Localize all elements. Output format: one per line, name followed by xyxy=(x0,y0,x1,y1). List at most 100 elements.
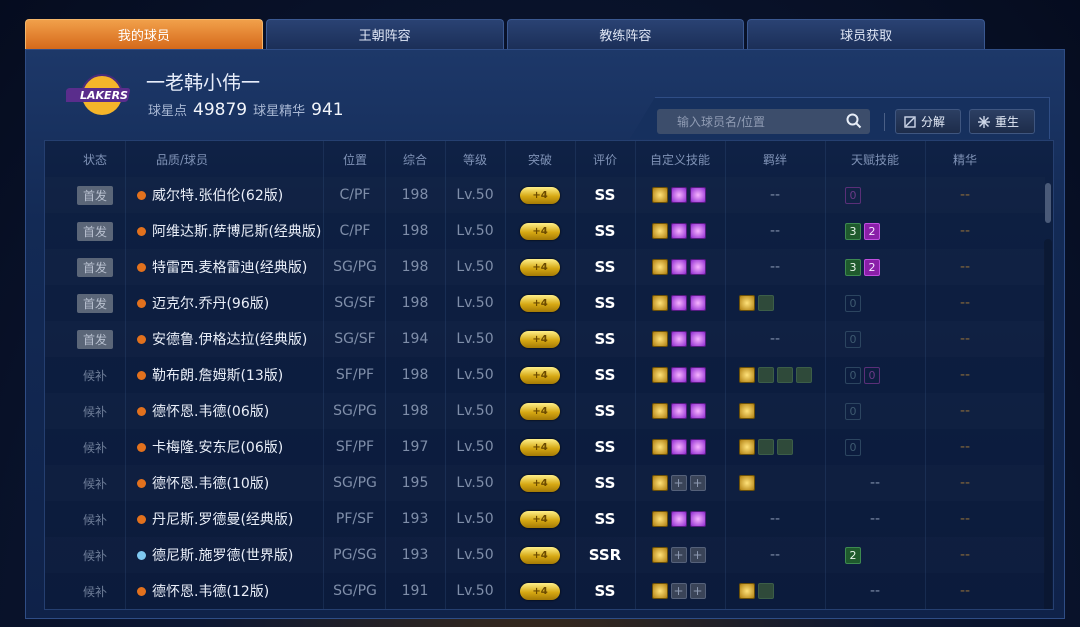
table-row[interactable]: 候补 德怀恩.韦德(10版) SG/PG 195 Lv.50 +4 SS + + -- -- xyxy=(45,465,1045,501)
table-row[interactable]: 首发 迈克尔.乔丹(96版) SG/SF 198 Lv.50 +4 SS 0 -- xyxy=(45,285,1045,321)
scrollbar-thumb[interactable] xyxy=(1045,183,1051,223)
skill-icon[interactable] xyxy=(689,223,706,239)
skill-icon[interactable] xyxy=(651,475,668,491)
skill-icon[interactable] xyxy=(651,511,668,527)
table-row[interactable]: 候补 勒布朗.詹姆斯(13版) SF/PF 198 Lv.50 +4 SS 0 0 -- xyxy=(45,357,1045,393)
skill-icon[interactable] xyxy=(651,439,668,455)
skill-icon[interactable] xyxy=(689,367,706,383)
player-name[interactable]: 卡梅隆.安东尼(06版) xyxy=(152,437,283,457)
bonds xyxy=(725,357,825,393)
talent-badge[interactable]: 0 xyxy=(864,366,880,384)
skill-icon[interactable] xyxy=(651,259,668,275)
skill-icon[interactable] xyxy=(651,331,668,347)
talent-badge[interactable]: 0 xyxy=(845,402,861,420)
bond-icon[interactable] xyxy=(796,367,812,383)
skill-icon[interactable] xyxy=(670,259,687,275)
talent-badge[interactable]: 2 xyxy=(864,258,880,276)
bond-icon[interactable] xyxy=(777,439,793,455)
skill-icon[interactable] xyxy=(651,295,668,311)
talent-badge[interactable]: 2 xyxy=(864,222,880,240)
player-name[interactable]: 丹尼斯.罗德曼(经典版) xyxy=(152,509,293,529)
player-name[interactable]: 德尼斯.施罗德(世界版) xyxy=(152,545,293,565)
bond-icon[interactable] xyxy=(739,583,755,599)
player-name[interactable]: 德怀恩.韦德(10版) xyxy=(152,473,269,493)
skill-icon[interactable] xyxy=(689,187,706,203)
skill-icon[interactable] xyxy=(689,331,706,347)
player-name[interactable]: 德怀恩.韦德(12版) xyxy=(152,581,269,601)
skill-icon[interactable] xyxy=(670,511,687,527)
player-name[interactable]: 特雷西.麦格雷迪(经典版) xyxy=(152,257,307,277)
tab-my-players[interactable]: 我的球员 xyxy=(25,19,263,49)
bond-icon[interactable] xyxy=(739,403,755,419)
decompose-button[interactable]: 分解 xyxy=(895,109,961,134)
table-row[interactable]: 首发 特雷西.麦格雷迪(经典版) SG/PG 198 Lv.50 +4 SS -- 3 2 -- xyxy=(45,249,1045,285)
position: SG/PG xyxy=(333,475,377,491)
skill-icon[interactable] xyxy=(651,367,668,383)
skill-icon[interactable] xyxy=(689,295,706,311)
search-input[interactable]: 输入球员名/位置 xyxy=(657,109,870,134)
talent-badge[interactable]: 0 xyxy=(845,330,861,348)
tab-player-acquire[interactable]: 球员获取 xyxy=(747,19,985,49)
talent-badge[interactable]: 0 xyxy=(845,294,861,312)
bond-icon[interactable] xyxy=(758,295,774,311)
skill-icon[interactable] xyxy=(670,295,687,311)
empty-skill-slot-icon[interactable]: + xyxy=(670,583,687,599)
player-name[interactable]: 威尔特.张伯伦(62版) xyxy=(152,185,283,205)
scrollbar-track[interactable] xyxy=(1044,239,1052,609)
talent-badge[interactable]: 3 xyxy=(845,222,861,240)
skill-icon[interactable] xyxy=(689,259,706,275)
table-row[interactable]: 候补 丹尼斯.罗德曼(经典版) PF/SF 193 Lv.50 +4 SS -- -- -- xyxy=(45,501,1045,537)
table-row[interactable]: 候补 德怀恩.韦德(12版) SG/PG 191 Lv.50 +4 SS + + -- -- xyxy=(45,573,1045,609)
skill-icon[interactable] xyxy=(689,511,706,527)
player-name[interactable]: 阿维达斯.萨博尼斯(经典版) xyxy=(152,221,321,241)
talent-badge[interactable]: 0 xyxy=(845,438,861,456)
tab-coach-lineup[interactable]: 教练阵容 xyxy=(506,19,745,49)
skill-icon[interactable] xyxy=(651,547,668,563)
skill-icon[interactable] xyxy=(651,187,668,203)
talent-badge[interactable]: 0 xyxy=(845,366,861,384)
player-name[interactable]: 安德鲁.伊格达拉(经典版) xyxy=(152,329,307,349)
bond-icon[interactable] xyxy=(739,475,755,491)
skill-icon[interactable] xyxy=(689,403,706,419)
bond-icon[interactable] xyxy=(739,367,755,383)
skill-icon[interactable] xyxy=(670,223,687,239)
status-cell: 首发 xyxy=(65,177,125,213)
skill-icon[interactable] xyxy=(670,367,687,383)
talent-badge[interactable]: 0 xyxy=(845,186,861,204)
search-icon[interactable] xyxy=(846,113,862,129)
skill-icon[interactable] xyxy=(670,403,687,419)
skill-icon[interactable] xyxy=(651,403,668,419)
player-name[interactable]: 德怀恩.韦德(06版) xyxy=(152,401,269,421)
skill-icon[interactable] xyxy=(651,583,668,599)
bond-icon[interactable] xyxy=(739,295,755,311)
bond-icon[interactable] xyxy=(758,367,774,383)
col-overall: 综合 xyxy=(402,152,427,167)
empty-skill-slot-icon[interactable]: + xyxy=(670,475,687,491)
rebirth-button[interactable]: 重生 xyxy=(969,109,1035,134)
table-row[interactable]: 候补 卡梅隆.安东尼(06版) SF/PF 197 Lv.50 +4 SS 0 -- xyxy=(45,429,1045,465)
bond-icon[interactable] xyxy=(777,367,793,383)
player-name[interactable]: 勒布朗.詹姆斯(13版) xyxy=(152,365,283,385)
skill-icon[interactable] xyxy=(689,439,706,455)
player-name[interactable]: 迈克尔.乔丹(96版) xyxy=(152,293,269,313)
table-row[interactable]: 候补 德怀恩.韦德(06版) SG/PG 198 Lv.50 +4 SS 0 -- xyxy=(45,393,1045,429)
empty-skill-slot-icon[interactable]: + xyxy=(689,475,706,491)
empty-skill-slot-icon[interactable]: + xyxy=(689,547,706,563)
talent-badge[interactable]: 2 xyxy=(845,546,861,564)
bond-icon[interactable] xyxy=(739,439,755,455)
empty-skill-slot-icon[interactable]: + xyxy=(689,583,706,599)
tab-dynasty-lineup[interactable]: 王朝阵容 xyxy=(265,19,504,49)
bond-icon[interactable] xyxy=(758,583,774,599)
table-row[interactable]: 首发 阿维达斯.萨博尼斯(经典版) C/PF 198 Lv.50 +4 SS -- 3 2 -- xyxy=(45,213,1045,249)
skill-icon[interactable] xyxy=(670,187,687,203)
table-row[interactable]: 候补 德尼斯.施罗德(世界版) PG/SG 193 Lv.50 +4 SSR + + -- 2 -- xyxy=(45,537,1045,573)
skill-icon[interactable] xyxy=(651,223,668,239)
skill-icon[interactable] xyxy=(670,439,687,455)
talent-badge[interactable]: 3 xyxy=(845,258,861,276)
table-row[interactable]: 首发 安德鲁.伊格达拉(经典版) SG/SF 194 Lv.50 +4 SS -- 0 -- xyxy=(45,321,1045,357)
status-cell: 候补 xyxy=(65,465,125,501)
skill-icon[interactable] xyxy=(670,331,687,347)
bond-icon[interactable] xyxy=(758,439,774,455)
empty-skill-slot-icon[interactable]: + xyxy=(670,547,687,563)
table-row[interactable]: 首发 威尔特.张伯伦(62版) C/PF 198 Lv.50 +4 SS -- 0 -- xyxy=(45,177,1045,213)
